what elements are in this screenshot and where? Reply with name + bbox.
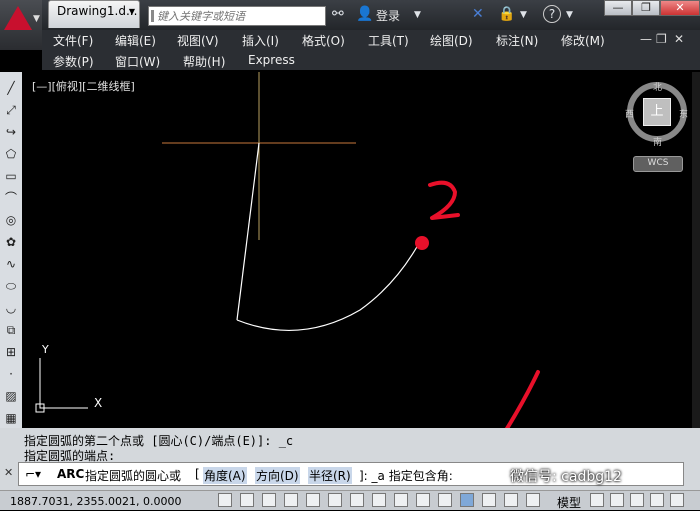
pan-icon[interactable] <box>650 493 664 507</box>
polar-tracking-icon[interactable] <box>306 493 320 507</box>
quick-view-drawings-icon[interactable] <box>630 493 644 507</box>
view-cube-top-face[interactable]: 上 <box>643 98 671 126</box>
command-suffix: ]: _a 指定包含角: <box>359 469 453 483</box>
snap-mode-icon[interactable] <box>240 493 254 507</box>
command-recent-icon[interactable]: ⌐▾ <box>25 467 41 481</box>
quick-properties-icon[interactable] <box>482 493 496 507</box>
command-bracket: [ <box>195 467 200 481</box>
coordinate-readout[interactable]: 1887.7031, 2355.0021, 0.0000 <box>10 495 181 508</box>
compass-west[interactable]: 西 <box>625 107 634 120</box>
lineweight-icon[interactable] <box>438 493 452 507</box>
object-snap-tracking-icon[interactable] <box>372 493 386 507</box>
dynamic-input-icon[interactable] <box>416 493 430 507</box>
option-radius[interactable]: 半径(R) <box>308 467 352 484</box>
ucs-x-label: X <box>94 396 103 410</box>
close-command-icon[interactable]: ✕ <box>4 466 13 479</box>
command-name: ARC <box>57 467 85 481</box>
watermark-text: 微信号: cadbg12 <box>510 469 622 485</box>
wcs-menu-button[interactable]: WCS <box>633 156 683 172</box>
infer-constraints-icon[interactable] <box>218 493 232 507</box>
annotation-monitor-icon[interactable] <box>526 493 540 507</box>
status-bar: 1887.7031, 2355.0021, 0.0000 模型 <box>0 490 700 510</box>
object-snap-icon[interactable] <box>328 493 342 507</box>
quick-view-layouts-icon[interactable] <box>610 493 624 507</box>
grid-display-icon[interactable] <box>262 493 276 507</box>
compass-east[interactable]: 东 <box>679 107 688 120</box>
annotation-number-label: 2 <box>10 10 11 11</box>
dynamic-ucs-icon[interactable] <box>394 493 408 507</box>
compass-north[interactable]: 北 <box>653 80 662 93</box>
ucs-y-label: Y <box>42 343 49 356</box>
option-direction[interactable]: 方向(D) <box>255 467 300 484</box>
option-angle[interactable]: 角度(A) <box>203 467 247 484</box>
selection-cycling-icon[interactable] <box>504 493 518 507</box>
arc-end-point-marker <box>415 236 429 250</box>
3d-object-snap-icon[interactable] <box>350 493 364 507</box>
ortho-mode-icon[interactable] <box>284 493 298 507</box>
arc-curve <box>236 244 419 332</box>
zoom-icon[interactable] <box>670 493 684 507</box>
arc-chord-line <box>236 142 260 321</box>
compass-south[interactable]: 南 <box>653 135 662 148</box>
transparency-icon[interactable] <box>460 493 474 507</box>
ucs-icon <box>39 358 88 409</box>
model-space-button[interactable]: 模型 <box>557 494 581 511</box>
command-prompt: 指定圆弧的圆心或 <box>85 469 182 483</box>
annotation-handwritten-shape <box>428 180 460 220</box>
layout-icon[interactable] <box>590 493 604 507</box>
